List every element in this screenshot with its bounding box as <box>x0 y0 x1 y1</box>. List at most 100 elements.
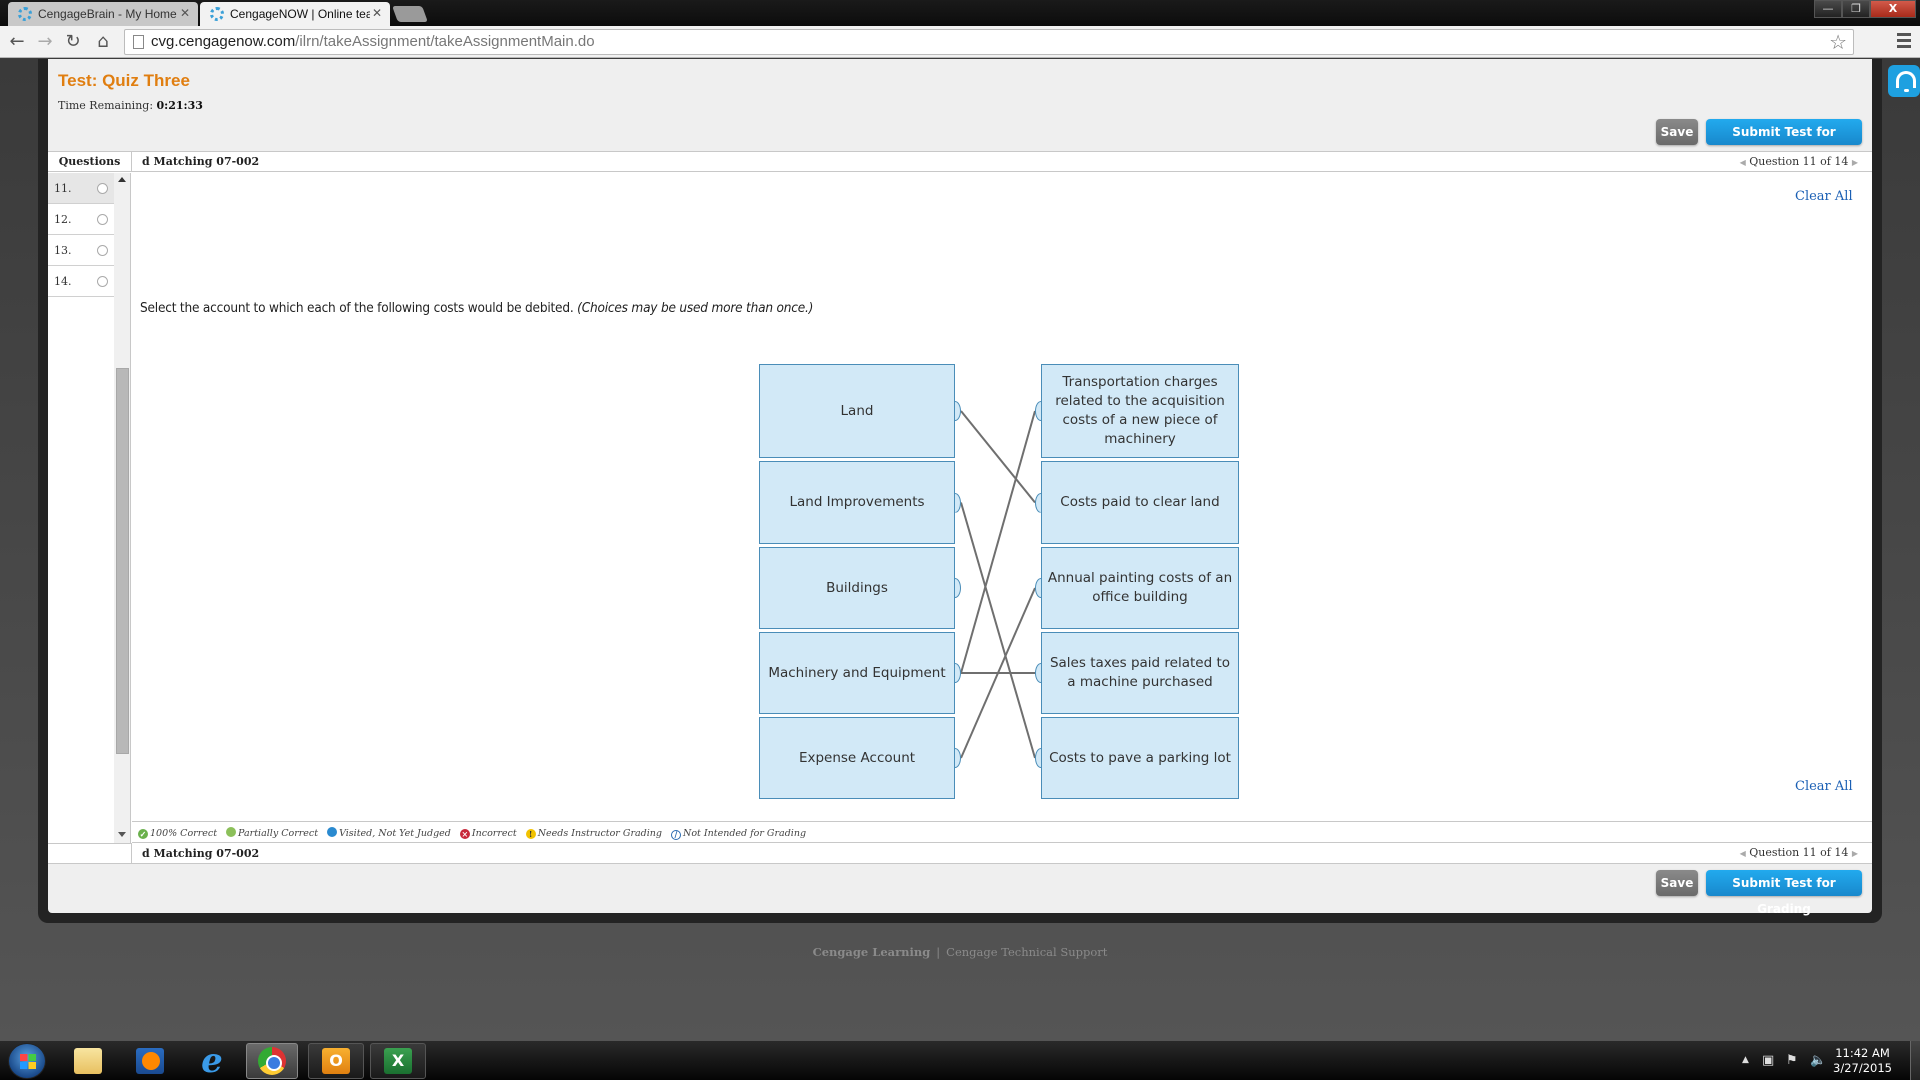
media-player-icon <box>136 1048 164 1074</box>
connector-knob[interactable] <box>1035 748 1041 768</box>
url-text: cvg.cengagenow.com/ilrn/takeAssignment/t… <box>151 33 595 50</box>
url-path: /ilrn/takeAssignment/takeAssignmentMain.… <box>295 33 595 50</box>
network-icon[interactable]: ▣ <box>1762 1053 1774 1068</box>
submit-test-button-bottom[interactable]: Submit Test for Grading <box>1706 870 1862 916</box>
legend-label: Visited, Not Yet Judged <box>339 828 451 839</box>
close-tab-icon[interactable]: ✕ <box>372 6 382 20</box>
legend-not-intended-for-grading: / Not Intended for Grading <box>671 828 806 840</box>
excel-icon: X <box>384 1048 412 1074</box>
minimize-button[interactable]: — <box>1814 0 1842 18</box>
browser-tab-bar: CengageBrain - My Home ✕ CengageNOW | On… <box>0 0 1920 26</box>
outlook-icon: O <box>322 1048 350 1074</box>
time-remaining-label: Time Remaining: <box>58 99 154 112</box>
taskbar-clock[interactable]: 11:42 AM 3/27/2015 <box>1833 1046 1892 1076</box>
cost-box-transportation-charges[interactable]: Transportation charges related to the ac… <box>1035 364 1239 458</box>
question-nav: ◀ Question 11 of 14 ▶ <box>1740 843 1858 864</box>
account-box-land-improvements[interactable]: Land Improvements <box>759 461 961 544</box>
tab-title: CengageBrain - My Home <box>38 7 177 21</box>
address-bar[interactable]: cvg.cengagenow.com/ilrn/takeAssignment/t… <box>124 29 1854 55</box>
close-tab-icon[interactable]: ✕ <box>180 6 190 20</box>
connector-knob[interactable] <box>955 401 961 421</box>
cost-box-clear-land[interactable]: Costs paid to clear land <box>1035 461 1239 544</box>
legend-visited: Visited, Not Yet Judged <box>327 827 451 839</box>
cengage-favicon-icon <box>18 7 32 21</box>
connector-knob[interactable] <box>955 492 961 513</box>
legend-label: 100% Correct <box>150 828 218 839</box>
footer-support-link[interactable]: Cengage Technical Support <box>946 945 1107 959</box>
connector-knob[interactable] <box>955 663 961 683</box>
status-legend: ✓ 100% Correct Partially Correct Visited,… <box>132 821 1872 843</box>
taskbar-chrome[interactable] <box>246 1043 298 1079</box>
legend-label: Needs Instructor Grading <box>537 828 662 839</box>
account-box-machinery-and-equipment[interactable]: Machinery and Equipment <box>759 632 961 714</box>
account-box-expense-account[interactable]: Expense Account <box>759 717 961 799</box>
action-center-flag-icon[interactable]: ⚑ <box>1786 1053 1798 1068</box>
question-title: d Matching 07-002 <box>142 847 260 860</box>
question-content: Questions d Matching 07-002 ◀ Question 1… <box>48 151 1872 864</box>
match-line-0-1[interactable] <box>960 410 1036 504</box>
account-label: Expense Account <box>798 749 916 766</box>
home-icon[interactable]: ⌂ <box>92 31 114 53</box>
submit-test-button[interactable]: Submit Test for Grading <box>1706 119 1862 165</box>
question-nav-text: Question 11 of 14 <box>1749 846 1849 859</box>
chrome-icon <box>258 1047 286 1075</box>
back-arrow-icon[interactable]: ← <box>6 31 28 53</box>
cost-label: Transportation charges related to the ac… <box>1055 374 1225 447</box>
connector-knob[interactable] <box>955 748 961 768</box>
account-label: Land Improvements <box>789 494 925 510</box>
reload-icon[interactable]: ↻ <box>62 31 84 53</box>
time-remaining: Time Remaining: 0:21:33 <box>58 99 203 112</box>
show-desktop-button[interactable] <box>1910 1041 1920 1080</box>
close-window-button[interactable]: X <box>1870 0 1916 18</box>
page-footer: Cengage Learning | Cengage Technical Suppo… <box>0 945 1920 959</box>
show-hidden-icons-arrow[interactable]: ▲ <box>1742 1055 1749 1065</box>
tab-title: CengageNOW | Online tea <box>230 7 370 21</box>
clock-date: 3/27/2015 <box>1833 1061 1892 1075</box>
windows-start-button[interactable] <box>8 1043 46 1079</box>
save-button[interactable]: Save <box>1656 119 1698 145</box>
restore-button[interactable]: ❐ <box>1842 0 1870 18</box>
bookmark-star-icon[interactable]: ☆ <box>1829 30 1847 54</box>
chrome-menu-icon[interactable] <box>1897 33 1911 51</box>
folder-icon <box>74 1048 102 1074</box>
account-label: Land <box>840 402 874 419</box>
connector-knob[interactable] <box>1035 492 1041 513</box>
prev-question-icon[interactable]: ◀ <box>1740 849 1746 858</box>
taskbar-explorer[interactable] <box>60 1043 116 1079</box>
url-host: cvg.cengagenow.com <box>151 33 296 50</box>
account-box-land[interactable]: Land <box>759 364 961 458</box>
cost-label: Sales taxes paid related to a machine pu… <box>1049 655 1231 690</box>
connector-knob[interactable] <box>955 578 961 598</box>
next-question-icon[interactable]: ▶ <box>1852 849 1858 858</box>
cost-box-sales-taxes[interactable]: Sales taxes paid related to a machine pu… <box>1035 632 1239 714</box>
account-box-buildings[interactable]: Buildings <box>759 547 961 629</box>
prohibited-circle-icon: / <box>671 830 682 840</box>
check-circle-icon: ✓ <box>138 829 148 839</box>
legend-partially-correct: Partially Correct <box>226 827 318 839</box>
clear-all-link-bottom[interactable]: Clear All <box>1795 779 1853 794</box>
legend-100-correct: ✓ 100% Correct <box>138 828 217 839</box>
cost-box-pave-parking-lot[interactable]: Costs to pave a parking lot <box>1035 717 1239 799</box>
legend-label: Incorrect <box>471 828 517 839</box>
forward-arrow-icon[interactable]: → <box>34 31 56 53</box>
windows-taskbar: e O X ▲ ▣ ⚑ 🔈 11:42 AM 3/27/2015 <box>0 1040 1920 1080</box>
partial-check-circle-icon <box>226 827 237 837</box>
cost-box-annual-painting[interactable]: Annual painting costs of an office build… <box>1035 547 1239 629</box>
new-tab-button[interactable] <box>392 6 428 22</box>
headset-support-icon[interactable] <box>1888 65 1920 97</box>
taskbar-outlook[interactable]: O <box>308 1043 364 1079</box>
taskbar-internet-explorer[interactable]: e <box>184 1043 240 1079</box>
save-button-bottom[interactable]: Save <box>1656 870 1698 896</box>
legend-needs-instructor-grading: ! Needs Instructor Grading <box>525 828 662 839</box>
match-line-4-2[interactable] <box>960 587 1036 759</box>
match-line-1-4[interactable] <box>960 502 1036 759</box>
taskbar-excel[interactable]: X <box>370 1043 426 1079</box>
tab-cengagenow[interactable]: CengageNOW | Online tea ✕ <box>200 2 390 26</box>
volume-muted-icon[interactable]: 🔈 <box>1810 1053 1826 1068</box>
assignment-panel: Test: Quiz Three Time Remaining: 0:21:33… <box>38 59 1882 923</box>
account-label: Machinery and Equipment <box>768 664 946 681</box>
taskbar-media-player[interactable] <box>122 1043 178 1079</box>
match-line-3-0[interactable] <box>960 410 1036 674</box>
footer-brand-link[interactable]: Cengage Learning <box>813 945 931 959</box>
tab-cengagebrain[interactable]: CengageBrain - My Home ✕ <box>8 2 198 26</box>
